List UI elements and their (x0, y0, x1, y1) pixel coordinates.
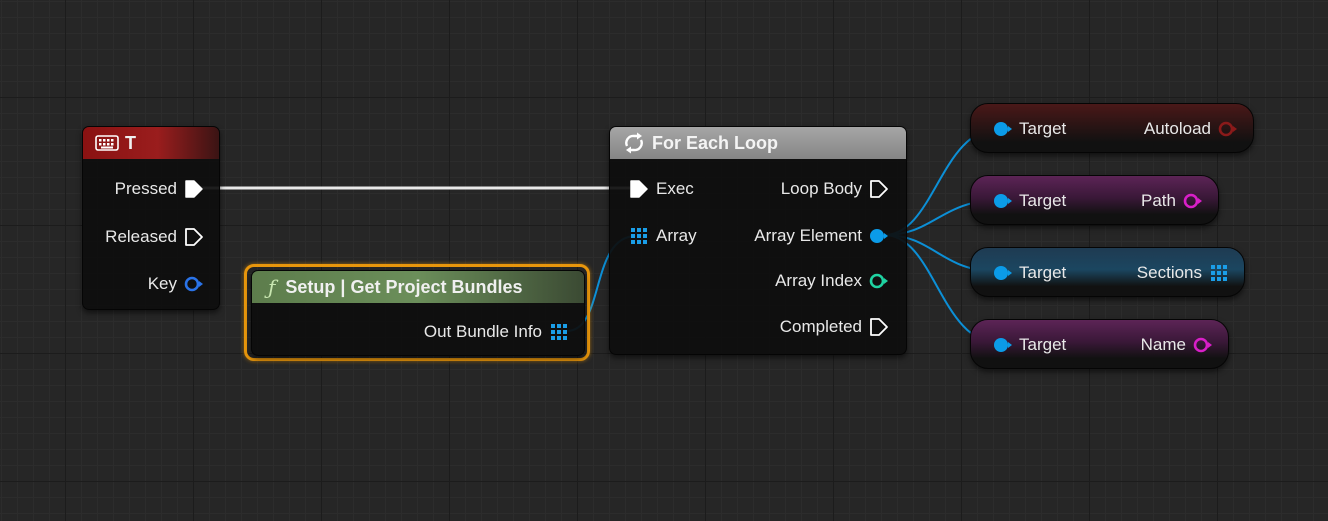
pin-autoload[interactable]: Autoload (1144, 116, 1239, 142)
string-pin-icon[interactable] (1192, 334, 1214, 356)
pin-target[interactable]: Target (991, 332, 1066, 358)
pin-exec-label: Exec (656, 179, 694, 198)
pin-released-label: Released (105, 227, 177, 246)
pin-array-element-label: Array Element (754, 226, 862, 245)
pin-out-bundle-info-label: Out Bundle Info (423, 322, 542, 341)
boolean-pin-icon[interactable] (1217, 118, 1239, 140)
pin-target-label: Target (1019, 335, 1067, 354)
pin-out-bundle-info[interactable]: Out Bundle Info (424, 319, 570, 345)
get-path-node[interactable]: Target Path (970, 175, 1219, 225)
pin-array-element[interactable]: Array Element (754, 223, 890, 249)
keyboard-icon (95, 135, 119, 151)
key-event-header[interactable]: T (83, 127, 219, 159)
pin-loop-body-label: Loop Body (780, 179, 862, 198)
pin-target-label: Target (1019, 119, 1067, 138)
pin-completed-label: Completed (779, 317, 862, 336)
pin-released[interactable]: Released (105, 224, 205, 250)
pin-sections-label: Sections (1136, 263, 1202, 282)
get-project-bundles-node[interactable]: ƒ Setup | Get Project Bundles Out Bundle… (251, 270, 585, 356)
pin-key-label: Key (147, 274, 177, 293)
pin-target[interactable]: Target (991, 116, 1066, 142)
pin-exec-in[interactable]: Exec (628, 176, 694, 202)
key-event-node[interactable]: T Pressed Released Key (82, 126, 220, 310)
pin-name[interactable]: Name (1141, 332, 1214, 358)
pin-array-in[interactable]: Array (628, 223, 697, 249)
get-sections-node[interactable]: Target Sections (970, 247, 1245, 297)
struct-pin-icon[interactable] (991, 118, 1013, 140)
struct-pin-icon[interactable] (991, 190, 1013, 212)
exec-pin-icon[interactable] (628, 178, 650, 200)
exec-pin-icon[interactable] (183, 226, 205, 248)
string-pin-icon[interactable] (1182, 190, 1204, 212)
blueprint-graph-canvas[interactable]: T Pressed Released Key ƒ Setup | Get Pro… (0, 0, 1328, 521)
exec-pin-icon[interactable] (868, 178, 890, 200)
pin-autoload-label: Autoload (1143, 119, 1211, 138)
get-project-bundles-header[interactable]: ƒ Setup | Get Project Bundles (252, 271, 584, 303)
pin-name-label: Name (1140, 335, 1186, 354)
pin-array-index-label: Array Index (775, 271, 862, 290)
exec-pin-icon[interactable] (868, 316, 890, 338)
pin-key[interactable]: Key (148, 271, 205, 297)
for-each-loop-title: For Each Loop (652, 132, 778, 153)
struct-pin-icon[interactable] (991, 334, 1013, 356)
pin-pressed[interactable]: Pressed (115, 176, 205, 202)
pin-target[interactable]: Target (991, 260, 1066, 286)
exec-pin-icon[interactable] (183, 178, 205, 200)
pin-path[interactable]: Path (1141, 188, 1204, 214)
key-event-title: T (125, 132, 136, 153)
array-pin-icon[interactable] (548, 321, 570, 343)
pin-array-label: Array (656, 226, 697, 245)
pin-sections[interactable]: Sections (1137, 260, 1230, 286)
for-each-loop-node[interactable]: For Each Loop Exec Array Loop Body Array… (609, 126, 907, 355)
pin-target[interactable]: Target (991, 188, 1066, 214)
array-pin-icon[interactable] (1208, 262, 1230, 284)
get-name-node[interactable]: Target Name (970, 319, 1229, 369)
pin-completed[interactable]: Completed (780, 314, 890, 340)
struct-pin-icon[interactable] (991, 262, 1013, 284)
struct-pin-icon[interactable] (183, 273, 205, 295)
function-icon: ƒ (268, 275, 276, 299)
get-autoload-node[interactable]: Target Autoload (970, 103, 1254, 153)
loop-icon (622, 132, 646, 154)
pin-loop-body[interactable]: Loop Body (781, 176, 890, 202)
pin-target-label: Target (1019, 263, 1067, 282)
integer-pin-icon[interactable] (868, 270, 890, 292)
pin-pressed-label: Pressed (114, 179, 177, 198)
array-pin-icon[interactable] (628, 225, 650, 247)
for-each-loop-header[interactable]: For Each Loop (610, 127, 906, 159)
struct-pin-icon[interactable] (868, 225, 890, 247)
get-project-bundles-title: Setup | Get Project Bundles (285, 276, 523, 297)
pin-target-label: Target (1019, 191, 1067, 210)
pin-array-index[interactable]: Array Index (775, 268, 890, 294)
pin-path-label: Path (1141, 191, 1176, 210)
